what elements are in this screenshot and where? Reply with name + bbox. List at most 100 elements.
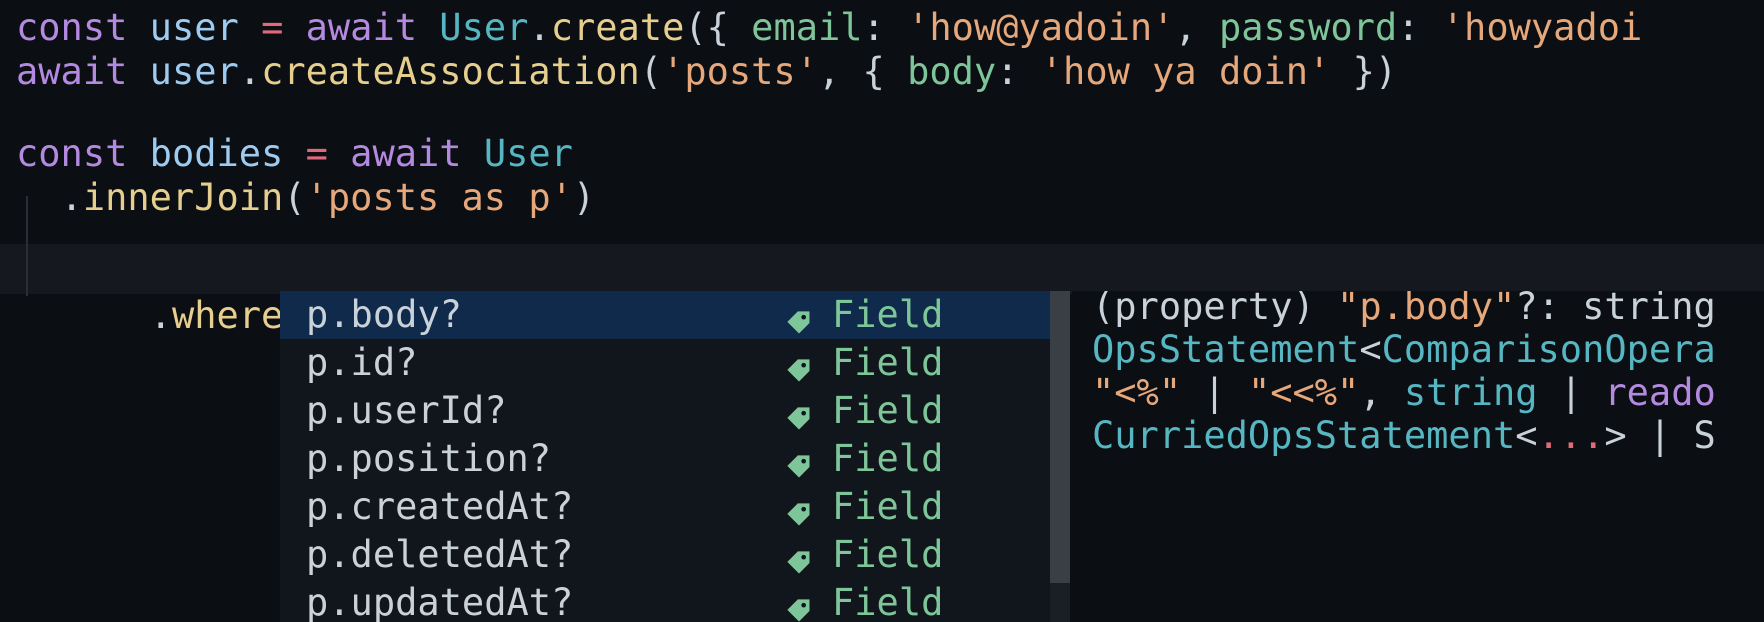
code-token: User	[439, 6, 529, 49]
details-token: ?: string	[1515, 291, 1716, 328]
details-token: <	[1515, 414, 1538, 457]
suggestion-kind-label: Field	[832, 437, 944, 480]
details-token: "<<%"	[1247, 371, 1360, 414]
suggestion-item[interactable]: p.updatedAt? Field	[280, 579, 1050, 622]
suggestion-item[interactable]: p.id? Field	[280, 339, 1050, 387]
code-token: body	[907, 50, 997, 93]
current-code-line[interactable]: .where({ 'p.body'})	[0, 244, 577, 337]
code-token: .	[238, 50, 262, 93]
details-line: (property) "p.body"?: string	[1092, 291, 1716, 331]
details-token: string	[1403, 371, 1538, 414]
suggestion-label: p.userId?	[306, 389, 507, 432]
suggestion-label: p.position?	[306, 437, 552, 480]
details-token: CurriedOpsStatement	[1092, 414, 1516, 457]
code-token: :	[1397, 6, 1442, 49]
details-line: CurriedOpsStatement<...> | S	[1092, 412, 1716, 460]
suggestion-item[interactable]: p.createdAt? Field	[280, 483, 1050, 531]
code-token: const	[16, 132, 128, 175]
code-token: create	[550, 6, 685, 49]
code-line[interactable]: const user = await User.create({ email: …	[0, 4, 1642, 52]
code-token: User	[483, 132, 573, 175]
code-token: .	[16, 176, 83, 219]
suggestion-kind-label: Field	[832, 485, 944, 528]
code-token: createAssociation	[261, 50, 640, 93]
details-token: OpsStatement	[1092, 328, 1360, 371]
tag-icon	[784, 445, 814, 478]
suggest-widget[interactable]: p.body? Field p.id? Field p.userId? Field p.po…	[280, 291, 1070, 622]
details-token: ComparisonOpera	[1381, 328, 1716, 371]
suggestion-kind-label: Field	[832, 581, 944, 622]
details-token: |	[1181, 371, 1248, 414]
suggestion-label: p.deletedAt?	[306, 533, 574, 576]
code-token: 'posts as p'	[305, 176, 573, 219]
tag-icon	[784, 493, 814, 526]
suggestion-label: p.body?	[306, 293, 462, 336]
code-token: await	[16, 50, 128, 93]
suggestion-item[interactable]: p.body? Field	[280, 291, 1050, 339]
code-token: password	[1219, 6, 1398, 49]
suggestion-item[interactable]: p.position? Field	[280, 435, 1050, 483]
suggestion-item[interactable]: p.userId? Field	[280, 387, 1050, 435]
suggest-scroll-thumb[interactable]	[1050, 291, 1070, 583]
suggestion-label: p.updatedAt?	[306, 581, 574, 622]
code-token: email	[751, 6, 863, 49]
tag-icon	[784, 541, 814, 574]
details-token: "p.body"	[1337, 291, 1516, 328]
suggestion-kind-label: Field	[832, 389, 944, 432]
code-token: =	[305, 132, 328, 175]
code-line[interactable]: await user.createAssociation('posts', { …	[0, 48, 1397, 96]
code-token: (	[283, 176, 306, 219]
code-token: :	[996, 50, 1041, 93]
code-token: 'how ya doin'	[1040, 50, 1331, 93]
code-token: 'posts'	[662, 50, 818, 93]
code-token: ({	[684, 6, 752, 49]
code-token: user	[149, 50, 239, 93]
tag-icon	[784, 349, 814, 382]
code-token: 'howyadoi	[1441, 6, 1643, 49]
details-token: reado	[1604, 371, 1716, 414]
current-line-prefix: .	[105, 294, 172, 337]
details-token: <	[1359, 328, 1382, 371]
suggestion-item[interactable]: p.deletedAt? Field	[280, 531, 1050, 579]
code-token: (	[639, 50, 663, 93]
code-token: ,	[1174, 6, 1219, 49]
details-token: ,	[1359, 371, 1404, 414]
details-line: OpsStatement<ComparisonOpera	[1092, 326, 1716, 374]
tag-icon	[784, 589, 814, 622]
details-token: > | S	[1604, 414, 1716, 457]
code-token: })	[1330, 50, 1398, 93]
details-token: ...	[1537, 414, 1605, 457]
details-token: |	[1537, 371, 1605, 414]
where-method: where	[171, 294, 284, 337]
code-token: )	[572, 176, 596, 219]
code-token: user	[149, 6, 239, 49]
suggestion-label: p.id?	[306, 341, 418, 384]
suggestion-kind-label: Field	[832, 293, 944, 336]
code-line[interactable]: .innerJoin('posts as p')	[0, 174, 596, 222]
details-line: "<%" | "<<%", string | reado	[1092, 369, 1716, 417]
code-token: await	[350, 132, 462, 175]
code-line[interactable]: const bodies = await User	[0, 130, 573, 178]
code-token: =	[261, 6, 284, 49]
code-token: const	[16, 6, 128, 49]
suggestion-kind-label: Field	[832, 533, 944, 576]
code-token: 'how@yadoin'	[907, 6, 1175, 49]
details-token: "<%"	[1092, 371, 1182, 414]
code-token: .	[528, 6, 551, 49]
details-token: (property)	[1092, 291, 1338, 328]
tag-icon	[784, 397, 814, 430]
code-token: bodies	[149, 132, 284, 175]
suggestion-label: p.createdAt?	[306, 485, 574, 528]
tag-icon	[784, 301, 814, 334]
code-token: , {	[817, 50, 908, 93]
code-token: await	[305, 6, 418, 49]
